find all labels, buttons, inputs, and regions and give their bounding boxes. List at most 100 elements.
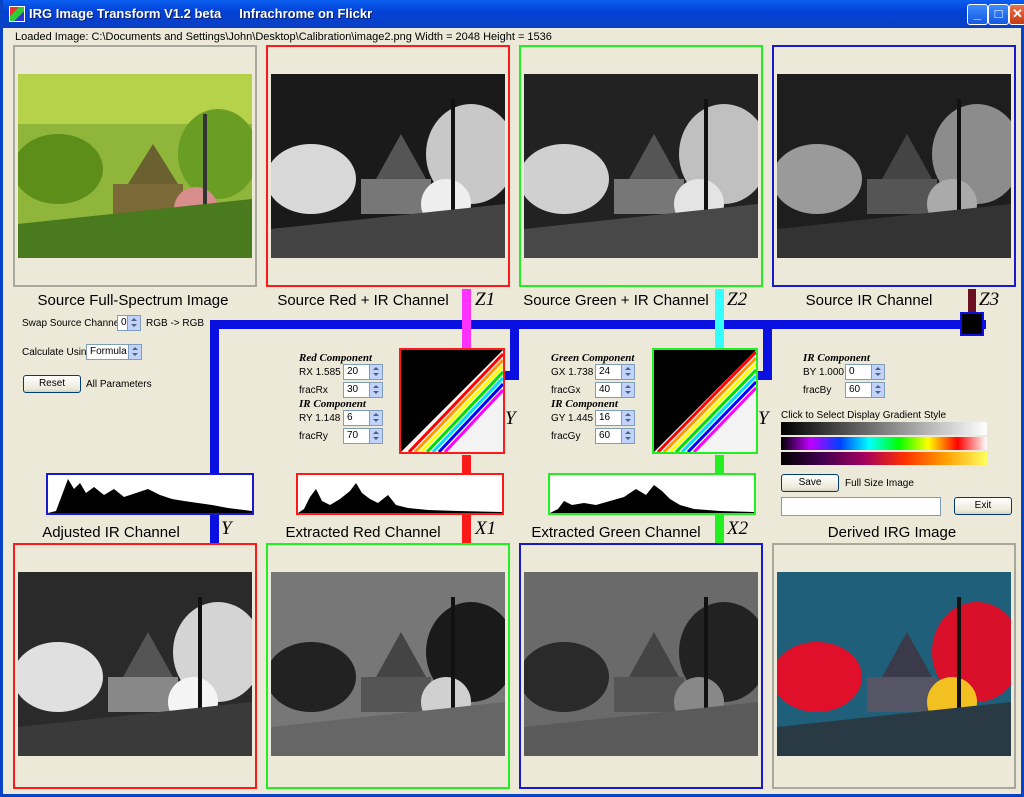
green-ir-component-title: IR Component (551, 398, 618, 410)
calc-label: Calculate Using (22, 347, 93, 358)
rx-spinner[interactable]: 20 (343, 364, 383, 380)
source-ir-caption: Source IR Channel (805, 292, 933, 309)
z2-wire (715, 289, 724, 349)
red-lut-graph (401, 350, 503, 452)
fracry-spinner[interactable]: 70 (343, 428, 383, 444)
ir-component-title: IR Component (803, 352, 870, 364)
ry-label: RY 1.148 (299, 413, 341, 424)
red-lut-display[interactable] (399, 348, 505, 454)
source-full-panel[interactable] (13, 45, 257, 287)
swap-mapping: RGB -> RGB (146, 318, 205, 329)
close-button[interactable]: ✕ (1009, 4, 1024, 25)
exit-button[interactable]: Exit (954, 497, 1012, 515)
extracted-green-caption: Extracted Green Channel (531, 524, 701, 541)
swap-label: Swap Source Channels (22, 318, 127, 329)
source-red-ir-panel[interactable] (266, 45, 510, 287)
z3-label: Z3 (979, 289, 1000, 310)
loaded-image-path: Loaded Image: C:\Documents and Settings\… (15, 31, 552, 43)
title-bar[interactable]: IRG Image Transform V1.2 beta Infrachrom… (3, 0, 1024, 28)
adjusted-ir-histogram (46, 473, 254, 515)
derived-irg-panel[interactable] (772, 543, 1016, 789)
fracry-label: fracRy (299, 431, 328, 442)
x2-label: X2 (727, 518, 749, 539)
fracrx-spinner[interactable]: 30 (343, 382, 383, 398)
reset-label: All Parameters (86, 379, 152, 390)
red-y-label: Y (505, 408, 516, 429)
adjusted-ir-panel[interactable] (13, 543, 257, 789)
ry-spinner[interactable]: 6 (343, 410, 383, 426)
extracted-red-image (271, 572, 505, 756)
save-path-field[interactable] (781, 497, 941, 516)
green-y-link (756, 371, 772, 380)
app-window: IRG Image Transform V1.2 beta Infrachrom… (0, 0, 1024, 797)
ir-bus-wire (210, 320, 986, 329)
save-button[interactable]: Save (781, 474, 839, 492)
maximize-button[interactable]: □ (988, 4, 1009, 25)
extracted-red-caption: Extracted Red Channel (285, 524, 441, 541)
fracrx-label: fracRx (299, 385, 328, 396)
fracgx-spinner[interactable]: 40 (595, 382, 635, 398)
adjusted-ir-image (18, 572, 252, 756)
source-green-ir-panel[interactable] (519, 45, 763, 287)
reset-button[interactable]: Reset (23, 375, 81, 393)
minimize-button[interactable]: _ (967, 4, 988, 25)
green-lut-out-wire (715, 455, 724, 473)
gradient-grayscale[interactable] (781, 422, 987, 435)
by-spinner[interactable]: 0 (845, 364, 885, 380)
extracted-green-histogram (548, 473, 756, 515)
source-ir-panel[interactable] (772, 45, 1016, 287)
gy-label: GY 1.445 (551, 413, 594, 424)
x1-wire (462, 515, 471, 543)
x1-label: X1 (475, 518, 497, 539)
red-y-link (503, 371, 519, 380)
green-component-title: Green Component (551, 352, 635, 364)
formula-select[interactable]: Formula 1 (86, 344, 142, 360)
gradient-label: Click to Select Display Gradient Style (781, 410, 947, 421)
red-lut-out-wire (462, 455, 471, 473)
derived-irg-image (777, 572, 1011, 756)
fracgy-spinner[interactable]: 60 (595, 428, 635, 444)
source-full-caption: Source Full-Spectrum Image (37, 292, 229, 309)
extracted-green-panel[interactable] (519, 543, 763, 789)
adjusted-ir-out-wire (210, 515, 219, 543)
derived-irg-caption: Derived IRG Image (827, 524, 957, 541)
green-lut-display[interactable] (652, 348, 758, 454)
source-green-ir-image (524, 74, 758, 258)
green-lut-graph (654, 350, 756, 452)
adjusted-y-label: Y (221, 518, 232, 539)
source-red-ir-image (271, 74, 505, 258)
by-label: BY 1.000 (803, 367, 844, 378)
fracgy-label: fracGy (551, 431, 581, 442)
adjusted-ir-caption: Adjusted IR Channel (42, 524, 180, 541)
extracted-green-image (524, 572, 758, 756)
window-title: IRG Image Transform V1.2 beta Infrachrom… (29, 6, 373, 21)
z3-wire (968, 289, 976, 313)
z1-wire (462, 289, 471, 349)
gradient-heat[interactable] (781, 452, 987, 465)
save-label: Full Size Image (845, 478, 914, 489)
z2-label: Z2 (727, 289, 748, 310)
app-icon (9, 6, 25, 22)
source-full-image (18, 74, 252, 258)
extracted-red-panel[interactable] (266, 543, 510, 789)
fracgx-label: fracGx (551, 385, 581, 396)
source-red-ir-caption: Source Red + IR Channel (277, 292, 449, 309)
gx-label: GX 1.738 (551, 367, 594, 378)
rx-label: RX 1.585 (299, 367, 341, 378)
red-ir-component-title: IR Component (299, 398, 366, 410)
z3-node (960, 312, 984, 336)
extracted-red-histogram (296, 473, 504, 515)
z1-label: Z1 (475, 289, 496, 310)
gy-spinner[interactable]: 16 (595, 410, 635, 426)
x2-wire (715, 515, 724, 543)
red-component-title: Red Component (299, 352, 373, 364)
fracby-spinner[interactable]: 60 (845, 382, 885, 398)
green-y-label: Y (758, 408, 769, 429)
swap-spinner[interactable]: 0 (117, 315, 141, 331)
source-ir-image (777, 74, 1011, 258)
source-green-ir-caption: Source Green + IR Channel (523, 292, 709, 309)
fracby-label: fracBy (803, 385, 832, 396)
adjusted-ir-wire (210, 320, 219, 475)
gradient-spectrum[interactable] (781, 437, 987, 450)
gx-spinner[interactable]: 24 (595, 364, 635, 380)
